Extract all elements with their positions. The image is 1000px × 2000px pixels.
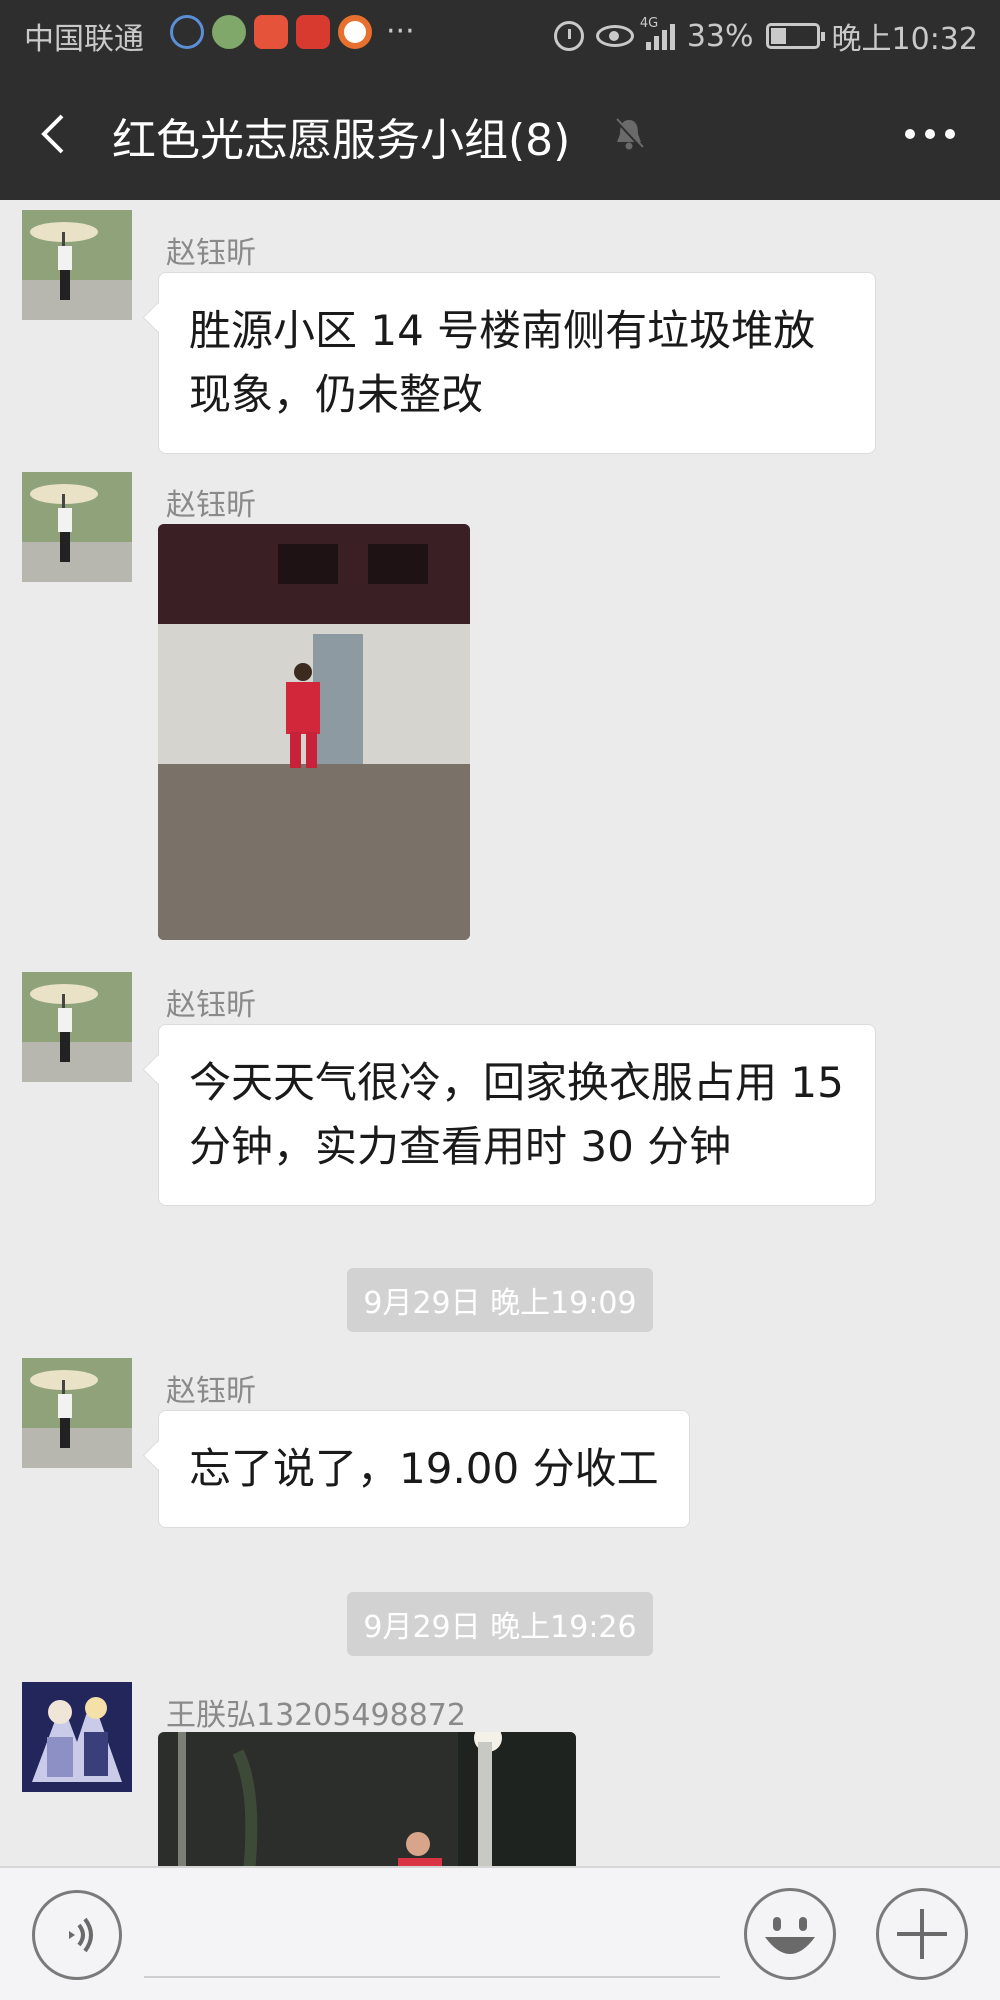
message-bubble[interactable]: 忘了说了，19.00 分收工 (158, 1410, 690, 1528)
status-bar: 中国联通 ··· 4G 33% 晚上10:32 (0, 0, 1000, 68)
message-list[interactable]: 赵钰昕 胜源小区 14 号楼南侧有垃圾堆放 现象，仍未整改 赵钰昕 赵钰昕 今天… (0, 200, 1000, 1866)
plus-icon (897, 1909, 947, 1959)
eye-comfort-icon (595, 25, 634, 47)
mp-app-icon (254, 14, 288, 49)
sender-name: 赵钰昕 (166, 988, 256, 1023)
avatar-image (22, 1682, 132, 1792)
signal-icon: 4G (640, 16, 675, 50)
network-type: 4G (639, 16, 659, 31)
battery-percent: 33% (686, 18, 754, 54)
alarm-icon (553, 21, 584, 51)
more-options-icon[interactable] (904, 128, 956, 140)
more-actions-button[interactable] (876, 1888, 968, 1980)
sender-name: 赵钰昕 (166, 236, 256, 271)
avatar-image (22, 472, 132, 582)
message-text-line: 现象，仍未整改 (189, 370, 484, 419)
message-text-line: 胜源小区 14 号楼南侧有垃圾堆放 (189, 306, 816, 355)
time-divider: 9月29日 晚上19:26 (0, 1592, 1000, 1656)
time-divider: 9月29日 晚上19:09 (0, 1268, 1000, 1332)
carrier-label: 中国联通 (24, 22, 144, 57)
sender-name: 赵钰昕 (166, 1374, 256, 1409)
battery-icon (765, 23, 825, 49)
message-text-line: 今天天气很冷，回家换衣服占用 15 (189, 1058, 844, 1107)
message-text-line: 分钟，实力查看用时 30 分钟 (189, 1122, 732, 1171)
message-input[interactable] (144, 1976, 720, 1978)
chat-header: 红色光志愿服务小组(8) (0, 68, 1000, 200)
avatar[interactable] (22, 210, 132, 320)
battery-fill (770, 28, 786, 44)
mute-bell-icon (614, 118, 644, 150)
photo-image (158, 1732, 576, 1866)
message-bubble[interactable]: 今天天气很冷，回家换衣服占用 15 分钟，实力查看用时 30 分钟 (158, 1024, 876, 1206)
more-notifications-icon: ··· (386, 14, 415, 49)
wechat-mini-app-icon (212, 14, 246, 49)
voice-icon (69, 1917, 93, 1953)
avatar[interactable] (22, 972, 132, 1082)
avatar-image (22, 1358, 132, 1468)
photo-message[interactable] (158, 524, 470, 940)
voice-input-button[interactable] (32, 1890, 122, 1980)
emoji-button[interactable] (744, 1888, 836, 1980)
avatar[interactable] (22, 1682, 132, 1792)
avatar-image (22, 972, 132, 1082)
input-bar (0, 1866, 1000, 2000)
photo-image (158, 524, 470, 940)
back-arrow-icon[interactable] (36, 112, 76, 156)
status-right: 4G 33% 晚上10:32 (553, 14, 978, 58)
clock: 晚上10:32 (831, 22, 978, 57)
timestamp-label: 9月29日 晚上19:26 (347, 1592, 653, 1656)
avatar-image (22, 210, 132, 320)
sender-name: 王朕弘13205498872 (166, 1698, 466, 1733)
message-bubble[interactable]: 胜源小区 14 号楼南侧有垃圾堆放 现象，仍未整改 (158, 272, 876, 454)
toutiao-app-icon (296, 14, 330, 49)
timestamp-label: 9月29日 晚上19:09 (347, 1268, 653, 1332)
chat-title: 红色光志愿服务小组(8) (112, 115, 571, 166)
message-text-line: 忘了说了，19.00 分收工 (189, 1444, 659, 1493)
photo-message[interactable] (158, 1732, 576, 1866)
avatar[interactable] (22, 472, 132, 582)
avatar[interactable] (22, 1358, 132, 1468)
notification-icons: ··· (170, 14, 415, 49)
smiley-icon (765, 1917, 815, 1954)
sender-name: 赵钰昕 (166, 488, 256, 523)
headset-app-icon (170, 14, 204, 49)
news-app-icon (338, 14, 372, 49)
